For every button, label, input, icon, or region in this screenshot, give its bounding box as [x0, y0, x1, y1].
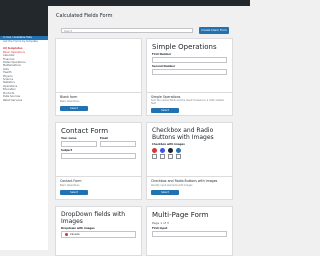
template-card-checkbox-radio[interactable]: Checkbox and Radio Buttons with Images C…	[146, 122, 233, 200]
preview-field-label: Second Number	[152, 65, 176, 68]
preview-field-col: Your name	[61, 136, 97, 147]
preview-title: Multi-Page Form	[152, 211, 209, 219]
template-preview: Simple Operations First Number Second Nu…	[147, 39, 232, 93]
preview-field-label: First input	[152, 227, 168, 230]
checkbox	[176, 154, 181, 159]
template-card-blank[interactable]: Blank form Basic Operations Select	[55, 38, 142, 116]
preview-sub-label: Dropdown with images	[61, 227, 95, 230]
create-blank-form-button[interactable]: Create blank Form	[199, 27, 229, 34]
preview-field-label: Email	[100, 137, 109, 140]
flag-icon	[65, 233, 68, 236]
preview-title: Checkbox and Radio Buttons with Images	[152, 127, 214, 141]
template-description: Sum the values fields and the result it …	[151, 99, 224, 105]
template-title: Contact Form	[60, 179, 82, 183]
image-options	[152, 148, 227, 153]
preview-field-row: Your name Email	[61, 136, 136, 147]
template-preview: Contact Form Your name Email Subject	[56, 123, 141, 177]
template-description: Identify input elements with images	[151, 184, 193, 187]
template-description: Basic Operations	[60, 100, 80, 103]
preview-field-box	[152, 57, 227, 63]
select-template-button[interactable]: Select	[151, 108, 179, 113]
preview-field-col: Email	[100, 136, 136, 147]
template-title: Checkbox and Radio Buttons with Images	[151, 179, 218, 183]
template-card-dropdown-images[interactable]: DropDown fields with Images Dropdown wit…	[55, 206, 142, 256]
preview-title: DropDown fields with Images	[61, 211, 126, 225]
checkbox	[168, 154, 173, 159]
preview-title: Contact Form	[61, 127, 109, 135]
preview-field-label: Subject	[61, 149, 72, 152]
checkbox-row	[152, 154, 227, 159]
preview-field-label: First Number	[152, 53, 172, 56]
preview-field-box	[61, 141, 97, 147]
select-template-button[interactable]: Select	[60, 106, 88, 111]
preview-title: Simple Operations	[152, 43, 217, 51]
select-template-button[interactable]: Select	[151, 190, 179, 195]
dropdown-value: Canada	[70, 233, 80, 236]
preview-field-box	[61, 153, 136, 159]
template-preview: Checkbox and Radio Buttons with Images C…	[147, 123, 232, 177]
preview-field-box	[152, 69, 227, 75]
preview-field-label: Your name	[61, 137, 77, 140]
flag-image-icon	[176, 148, 181, 153]
template-preview	[56, 39, 141, 93]
template-card-multi-page[interactable]: Multi-Page Form Page 1 of 3 First input	[146, 206, 233, 256]
template-preview: DropDown fields with Images Dropdown wit…	[56, 207, 141, 255]
flag-image-icon	[168, 148, 173, 153]
category-item[interactable]: Retail Services	[0, 99, 48, 102]
template-card-simple-operations[interactable]: Simple Operations First Number Second Nu…	[146, 38, 233, 116]
select-template-button[interactable]: Select	[60, 190, 88, 195]
template-search-input[interactable]: Search	[61, 28, 193, 33]
preview-page-indicator: Page 1 of 3	[152, 221, 169, 225]
preview-field-box	[100, 141, 136, 147]
flag-image-icon	[160, 148, 165, 153]
filter-by-template-link[interactable]: List the Forms by template	[0, 40, 48, 43]
flag-image-icon	[152, 148, 157, 153]
template-title: Blank form	[60, 95, 78, 99]
checkbox	[160, 154, 165, 159]
template-description: Basic Operations	[60, 184, 80, 187]
template-filter-panel: In Use / Available Tabs List the Forms b…	[0, 36, 48, 250]
page-title: Calculated Fields Form	[56, 13, 113, 19]
template-preview: Multi-Page Form Page 1 of 3 First input	[147, 207, 232, 255]
template-card-contact-form[interactable]: Contact Form Your name Email Subject Con…	[55, 122, 142, 200]
preview-dropdown: Canada	[61, 231, 136, 238]
preview-sub-label: Checkbox with images	[152, 143, 185, 146]
checkbox	[152, 154, 157, 159]
preview-field-box	[152, 231, 227, 237]
